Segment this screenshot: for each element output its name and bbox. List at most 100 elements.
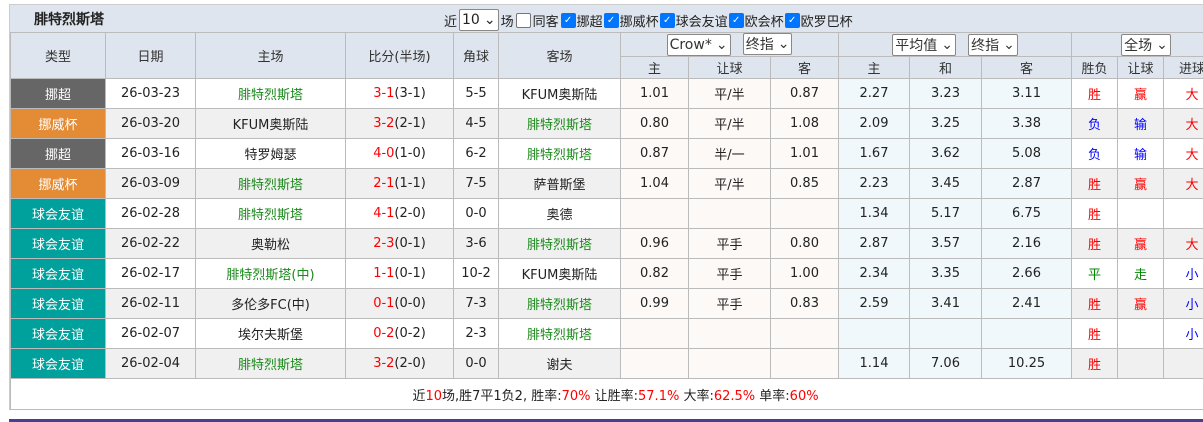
away-team[interactable]: 萨普斯堡 — [498, 168, 621, 199]
eu-home-odds: 2.59 — [838, 288, 911, 319]
match-row[interactable]: 挪威杯 26-03-20 KFUM奥斯陆 3-2(2-1) 4-5 腓特烈斯塔 … — [10, 108, 1203, 139]
ah-line: 平/半 — [688, 78, 771, 109]
match-type[interactable]: 挪威杯 — [10, 168, 106, 199]
league-checkbox[interactable]: ✓ — [603, 12, 619, 28]
col-date: 日期 — [105, 32, 196, 79]
chevron-down-icon: ⌄ — [941, 36, 953, 53]
away-team[interactable]: 腓特烈斯塔 — [498, 318, 621, 349]
unit-label: 场 — [500, 14, 514, 30]
match-date: 26-02-22 — [105, 228, 196, 259]
league-label: 球会友谊 — [675, 14, 728, 30]
home-team[interactable]: 腓特烈斯塔(中) — [195, 258, 346, 289]
away-team[interactable]: 腓特烈斯塔 — [498, 288, 621, 319]
home-team[interactable]: KFUM奥斯陆 — [195, 108, 346, 139]
home-team[interactable]: 特罗姆瑟 — [195, 138, 346, 169]
away-team[interactable]: 腓特烈斯塔 — [498, 108, 621, 139]
col-ah-away: 客 — [769, 56, 840, 79]
home-team[interactable]: 奥勒松 — [195, 228, 346, 259]
col-ah-line: 让球 — [688, 56, 771, 79]
col-ah-result: 让球 — [1117, 56, 1165, 79]
home-team[interactable]: 腓特烈斯塔 — [195, 198, 346, 229]
ou-result: 小 — [1163, 318, 1203, 349]
match-type[interactable]: 球会友谊 — [10, 198, 106, 229]
league-checkbox[interactable]: ✓ — [560, 12, 576, 28]
eu-home-odds — [838, 318, 911, 349]
match-row[interactable]: 球会友谊 26-02-11 多伦多FC(中) 0-1(0-0) 7-3 腓特烈斯… — [10, 288, 1203, 319]
match-row[interactable]: 挪超 26-03-16 特罗姆瑟 4-0(1-0) 6-2 腓特烈斯塔 0.87… — [10, 138, 1203, 169]
corners: 0-0 — [453, 348, 499, 379]
match-row[interactable]: 球会友谊 26-02-28 腓特烈斯塔 4-1(2-0) 0-0 奥德 1.34… — [10, 198, 1203, 229]
match-row[interactable]: 球会友谊 26-02-07 埃尔夫斯堡 0-2(0-2) 2-3 腓特烈斯塔 胜… — [10, 318, 1203, 349]
ah-home-odds: 1.04 — [620, 168, 689, 199]
match-type[interactable]: 球会友谊 — [10, 288, 106, 319]
match-type[interactable]: 挪超 — [10, 78, 106, 109]
col-eu-away: 客 — [981, 56, 1073, 79]
eu-home-odds: 2.09 — [838, 108, 911, 139]
ou-result: 大 — [1163, 108, 1203, 139]
away-team[interactable]: 奥德 — [498, 198, 621, 229]
league-checkbox[interactable]: ✓ — [728, 12, 744, 28]
match-date: 26-02-17 — [105, 258, 196, 289]
ah-line: 平/半 — [688, 168, 771, 199]
match-type[interactable]: 球会友谊 — [10, 348, 106, 379]
ah-home-odds — [620, 198, 689, 229]
match-row[interactable]: 球会友谊 26-02-04 腓特烈斯塔 3-2(2-0) 0-0 谢夫 1.14… — [10, 348, 1203, 379]
match-date: 26-03-09 — [105, 168, 196, 199]
col-eu-draw: 和 — [909, 56, 983, 79]
ah-line: 平手 — [688, 228, 771, 259]
match-type[interactable]: 挪威杯 — [10, 108, 106, 139]
panel-header: 腓特烈斯塔 近 10 ⌄ 场 同客 ✓ 挪超 ✓ 挪威杯 ✓ 球会友谊 ✓ 欧会杯 ✓ 欧罗巴杯 — [10, 5, 1203, 32]
match-row[interactable]: 球会友谊 26-02-17 腓特烈斯塔(中) 1-1(0-1) 10-2 KFU… — [10, 258, 1203, 289]
ah-home-odds: 0.99 — [620, 288, 689, 319]
eu-away-odds: 2.16 — [981, 228, 1073, 259]
eu-away-odds: 3.38 — [981, 108, 1073, 139]
away-team[interactable]: 谢夫 — [498, 348, 621, 379]
ah-away-odds: 0.80 — [769, 228, 840, 259]
home-team[interactable]: 腓特烈斯塔 — [195, 78, 346, 109]
match-type[interactable]: 球会友谊 — [10, 318, 106, 349]
eu-draw-odds — [909, 318, 983, 349]
ah-result: 走 — [1117, 258, 1165, 289]
eu-home-odds: 2.34 — [838, 258, 911, 289]
home-team[interactable]: 腓特烈斯塔 — [195, 168, 346, 199]
period-select[interactable]: 全场 ⌄ — [1121, 33, 1171, 56]
same-home-checkbox[interactable] — [515, 12, 531, 28]
league-label: 挪超 — [576, 14, 603, 30]
eu-away-odds: 2.66 — [981, 258, 1073, 289]
ah-odds-type-select[interactable]: 终指 ⌄ — [742, 33, 793, 55]
league-checkbox[interactable]: ✓ — [784, 12, 800, 28]
ah-home-odds: 0.82 — [620, 258, 689, 289]
home-team[interactable]: 埃尔夫斯堡 — [195, 318, 346, 349]
home-team[interactable]: 多伦多FC(中) — [195, 288, 346, 319]
match-row[interactable]: 挪超 26-03-23 腓特烈斯塔 3-1(3-1) 5-5 KFUM奥斯陆 1… — [10, 78, 1203, 109]
away-team[interactable]: 腓特烈斯塔 — [498, 228, 621, 259]
col-ou-result: 进球 — [1163, 56, 1203, 79]
away-team[interactable]: KFUM奥斯陆 — [498, 258, 621, 289]
eu-odds-type-select[interactable]: 终指 ⌄ — [968, 33, 1018, 56]
away-team[interactable]: KFUM奥斯陆 — [498, 78, 621, 109]
score: 2-3(0-1) — [345, 228, 454, 259]
ah-result — [1117, 348, 1165, 379]
match-row[interactable]: 球会友谊 26-02-22 奥勒松 2-3(0-1) 3-6 腓特烈斯塔 0.9… — [10, 228, 1203, 259]
score: 4-1(2-0) — [345, 198, 454, 229]
match-type[interactable]: 球会友谊 — [10, 258, 106, 289]
eu-home-odds: 2.27 — [838, 78, 911, 109]
league-checkbox[interactable]: ✓ — [659, 12, 675, 28]
company-select[interactable]: Crow* ⌄ — [666, 34, 731, 56]
result: 胜 — [1071, 348, 1119, 379]
summary: 近10场,胜7平1负2, 胜率:70% 让胜率:57.1% 大率:62.5% 单… — [9, 378, 1203, 410]
away-team[interactable]: 腓特烈斯塔 — [498, 138, 621, 169]
home-team[interactable]: 腓特烈斯塔 — [195, 348, 346, 379]
result: 负 — [1071, 138, 1119, 169]
ou-result — [1163, 198, 1203, 229]
ah-selects: Crow* ⌄ 终指 ⌄ — [619, 32, 840, 57]
match-row[interactable]: 挪威杯 26-03-09 腓特烈斯塔 2-1(1-1) 7-5 萨普斯堡 1.0… — [10, 168, 1203, 199]
eu-draw-odds: 3.25 — [909, 108, 983, 139]
chevron-down-icon: ⌄ — [715, 37, 728, 53]
match-type[interactable]: 挪超 — [10, 138, 106, 169]
result: 胜 — [1071, 288, 1119, 319]
match-type[interactable]: 球会友谊 — [10, 228, 106, 259]
recent-count-select[interactable]: 10 ⌄ — [459, 9, 499, 31]
match-date: 26-03-23 — [105, 78, 196, 109]
avg-select[interactable]: 平均值 ⌄ — [892, 33, 956, 56]
